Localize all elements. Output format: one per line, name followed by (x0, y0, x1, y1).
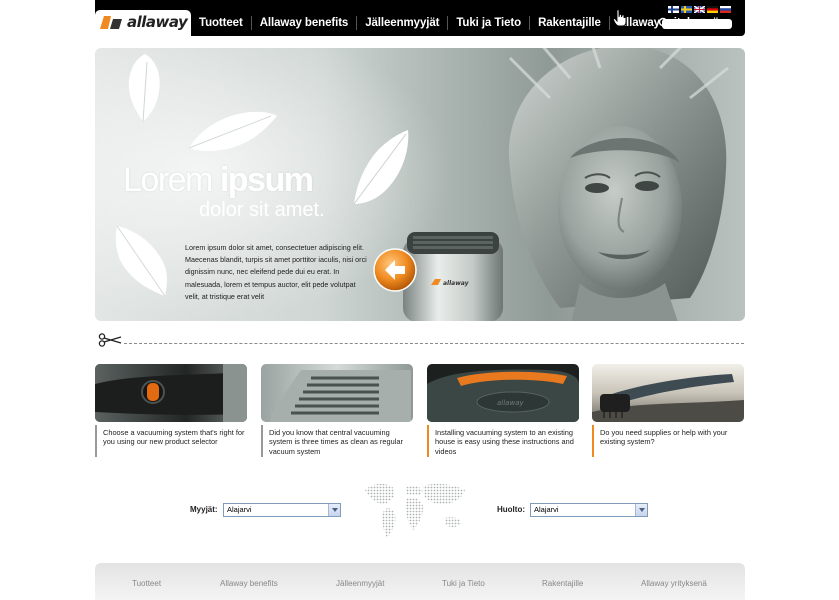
card-text: Installing vacuuming system to an existi… (427, 425, 579, 457)
nav-item-allaway-benefits[interactable]: Allaway benefits (250, 16, 357, 30)
hero-subtitle: dolor sit amet. (199, 199, 325, 221)
service-select[interactable]: Alajarvi (530, 503, 648, 517)
hero-banner: Lorem ipsum dolor sit amet. Lorem ipsum … (95, 48, 745, 321)
german-flag-icon[interactable] (707, 6, 718, 13)
hero-title-bold: ipsum (219, 161, 314, 199)
arrow-left-button[interactable] (372, 247, 418, 293)
main-nav: Tuotteet Allaway benefits Jälleenmyyjät … (195, 15, 727, 31)
card-product-selector[interactable]: Choose a vacuuming system that's right f… (95, 364, 247, 457)
world-map-icon (365, 483, 465, 538)
vent-grille-image (261, 364, 413, 422)
chevron-down-icon[interactable] (635, 504, 647, 516)
dealer-label: Myyjät: (190, 505, 218, 514)
nav-item-tuotteet[interactable]: Tuotteet (195, 16, 251, 30)
nav-item-rakentajille[interactable]: Rakentajille (529, 16, 609, 30)
card-clean-fact[interactable]: Did you know that central vacuuming syst… (261, 364, 413, 457)
vacuum-unit-closeup-image: allaway (427, 364, 579, 422)
leaf-icon (188, 111, 277, 151)
russian-flag-icon[interactable] (720, 6, 731, 13)
card-text: Did you know that central vacuuming syst… (261, 425, 413, 457)
footer-link-tuotteet[interactable]: Tuotteet (132, 579, 161, 588)
footer-link-rakentajille[interactable]: Rakentajille (542, 579, 583, 588)
leaf-icon (115, 225, 167, 297)
vacuum-brush-image (592, 364, 744, 422)
top-navigation-bar: allaway Tuotteet Allaway benefits Jällee… (95, 0, 745, 36)
leaf-icon (128, 54, 160, 123)
nav-item-jalleenmyyjat[interactable]: Jälleenmyyjät (356, 16, 447, 30)
hero-title: Lorem ipsum (123, 161, 314, 200)
vacuum-handle-image (95, 364, 247, 422)
leaf-icon (353, 130, 409, 205)
hero-title-regular: Lorem (123, 161, 220, 199)
card-text: Choose a vacuuming system that's right f… (95, 425, 247, 457)
card-supplies-help[interactable]: Do you need supplies or help with your e… (592, 364, 744, 457)
card-installing[interactable]: allaway Installing vacuuming system to a… (427, 364, 579, 457)
finnish-flag-icon[interactable] (668, 6, 679, 13)
chevron-down-icon[interactable] (328, 504, 340, 516)
product-brand-label: allaway (443, 280, 470, 287)
dealer-select-value: Alajarvi (227, 505, 252, 514)
card-text: Do you need supplies or help with your e… (592, 425, 744, 457)
scissors-icon (98, 333, 122, 347)
cut-line-divider (124, 343, 744, 344)
swedish-flag-icon[interactable] (681, 6, 692, 13)
service-label: Huolto: (497, 505, 525, 514)
woman-portrait-image (508, 48, 729, 321)
footer-link-tuki-ja-tieto[interactable]: Tuki ja Tieto (442, 579, 485, 588)
hand-cursor-icon (613, 9, 627, 27)
footer-link-allaway-yrityksena[interactable]: Allaway yrityksenä (641, 579, 707, 588)
footer-nav: Tuotteet Allaway benefits Jälleenmyyjät … (95, 563, 745, 600)
dealer-select[interactable]: Alajarvi (223, 503, 341, 517)
uk-flag-icon[interactable] (694, 6, 705, 13)
footer-link-jalleenmyyjat[interactable]: Jälleenmyyjät (336, 579, 384, 588)
hero-body-text: Lorem ipsum dolor sit amet, consectetuer… (185, 243, 367, 301)
logo[interactable]: allaway (95, 10, 191, 36)
language-selector (668, 6, 731, 13)
svg-text:allaway: allaway (497, 399, 524, 407)
footer-link-allaway-benefits[interactable]: Allaway benefits (220, 579, 278, 588)
search-input[interactable] (662, 19, 732, 29)
service-select-value: Alajarvi (534, 505, 559, 514)
allaway-logo-icon (100, 16, 122, 29)
nav-item-tuki-ja-tieto[interactable]: Tuki ja Tieto (447, 16, 529, 30)
logo-text: allaway (127, 13, 188, 31)
